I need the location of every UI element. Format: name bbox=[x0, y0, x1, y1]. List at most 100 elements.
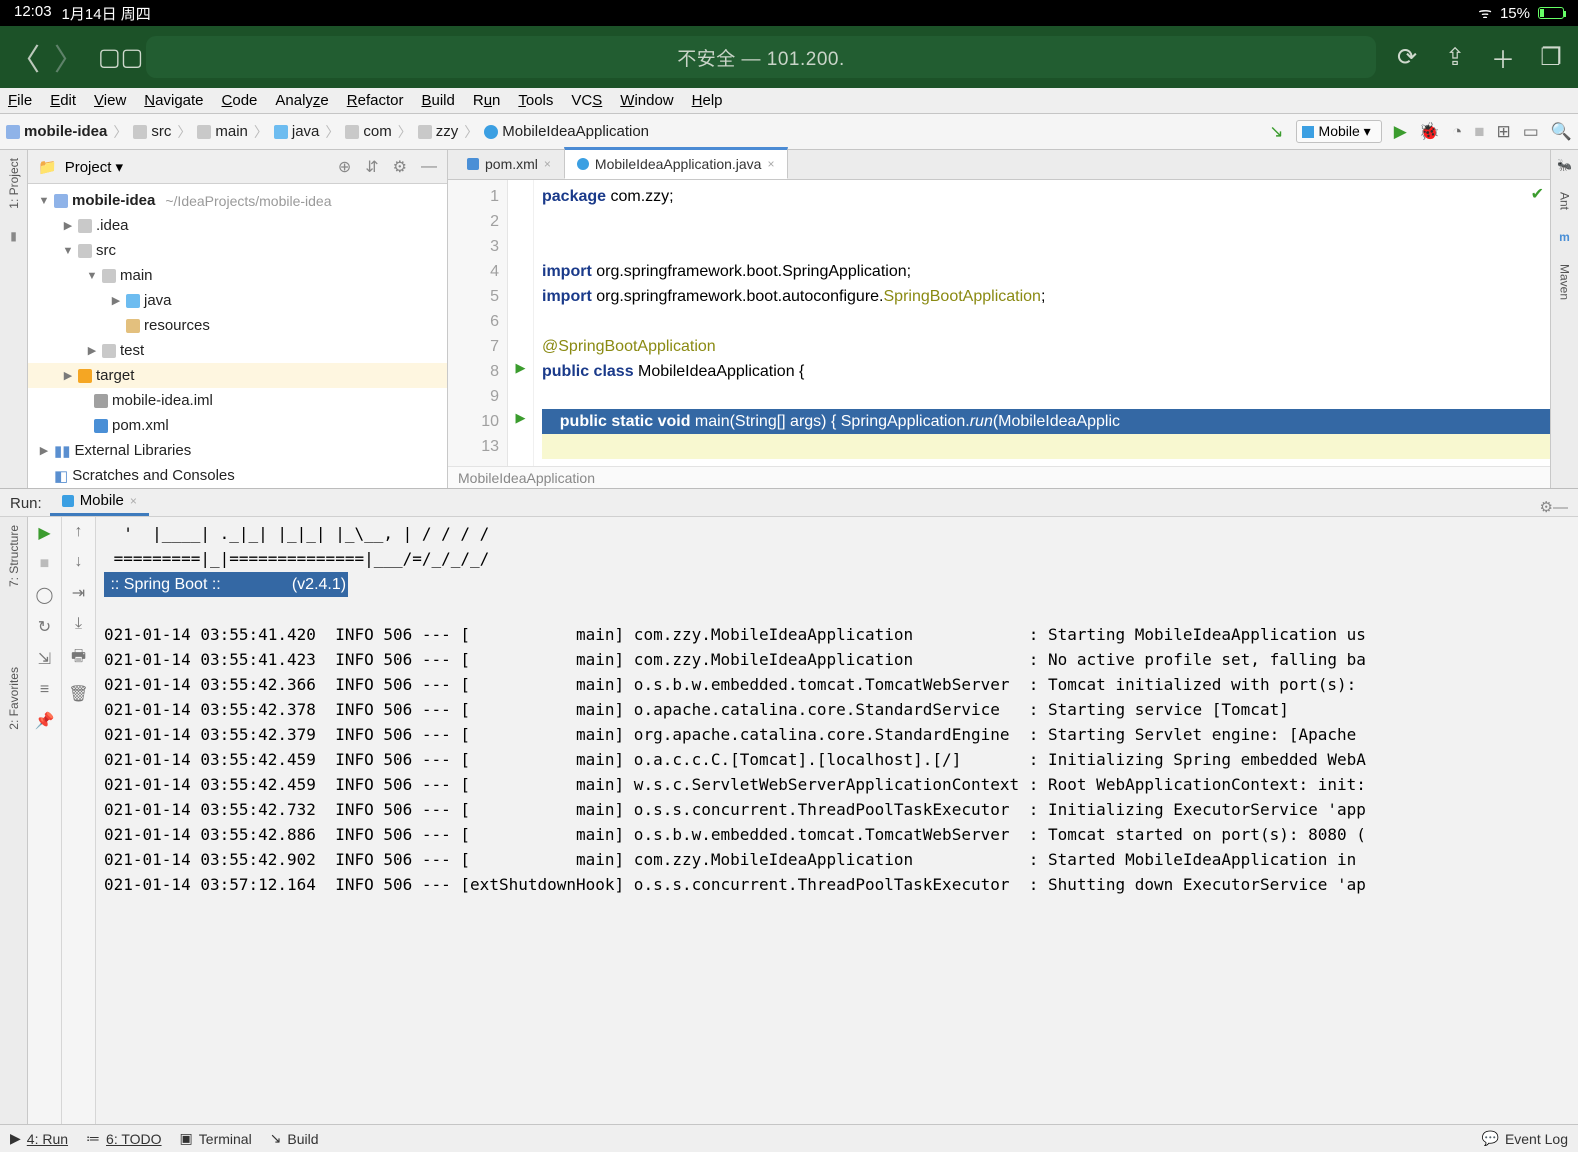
tab-structure[interactable]: 7: Structure bbox=[7, 525, 21, 587]
rerun-icon[interactable]: ▶ bbox=[38, 523, 50, 543]
coverage-button[interactable]: ◔ bbox=[1452, 122, 1462, 142]
close-icon[interactable]: × bbox=[544, 157, 551, 171]
exit-icon[interactable]: ⇲ bbox=[38, 649, 51, 669]
tab-ant[interactable]: Ant bbox=[1558, 192, 1572, 210]
dump-icon[interactable]: ◯ bbox=[36, 585, 54, 605]
tree-pom[interactable]: pom.xml bbox=[28, 413, 447, 438]
breadcrumb-com[interactable]: com bbox=[345, 123, 391, 140]
stop-icon[interactable]: ■ bbox=[40, 555, 50, 573]
clear-icon[interactable]: 🗑 bbox=[68, 684, 88, 704]
menu-tools[interactable]: Tools bbox=[518, 92, 553, 109]
code-content[interactable]: package com.zzy; import org.springframew… bbox=[534, 180, 1550, 466]
maven-icon[interactable]: m bbox=[1559, 230, 1570, 244]
breadcrumb-main[interactable]: main bbox=[197, 123, 248, 140]
run-hide-icon[interactable]: — bbox=[1553, 499, 1568, 516]
run-config-select[interactable]: Mobile ▾ bbox=[1296, 120, 1382, 143]
up-icon[interactable]: ↑ bbox=[75, 523, 83, 541]
layout-icon[interactable]: ≡ bbox=[40, 681, 49, 699]
tab-favorites[interactable]: 2: Favorites bbox=[7, 667, 21, 730]
run-button[interactable]: ▶ bbox=[1394, 122, 1407, 142]
right-gutter: 🐜 Ant m Maven bbox=[1550, 150, 1578, 488]
sb-run[interactable]: ▶ 4: Run bbox=[10, 1130, 68, 1147]
menu-window[interactable]: Window bbox=[620, 92, 673, 109]
tree-iml[interactable]: mobile-idea.iml bbox=[28, 388, 447, 413]
debug-button[interactable]: 🐞 bbox=[1419, 122, 1440, 142]
menu-vcs[interactable]: VCS bbox=[571, 92, 602, 109]
console-output[interactable]: ' |____| ._|_| |_|_| |_\__, | / / / / ==… bbox=[96, 517, 1578, 1124]
breadcrumb-class[interactable]: MobileIdeaApplication bbox=[484, 123, 649, 140]
profile-button[interactable]: ⊞ bbox=[1497, 122, 1511, 142]
menu-analyze[interactable]: Analyze bbox=[275, 92, 328, 109]
menu-run[interactable]: Run bbox=[473, 92, 501, 109]
down-icon[interactable]: ↓ bbox=[75, 553, 83, 571]
tree-root[interactable]: ▼mobile-idea~/IdeaProjects/mobile-idea bbox=[28, 188, 447, 213]
run-settings-icon[interactable]: ⚙ bbox=[1540, 498, 1553, 516]
tree-idea[interactable]: ▶.idea bbox=[28, 213, 447, 238]
menu-refactor[interactable]: Refactor bbox=[347, 92, 404, 109]
run-label: Run: bbox=[10, 495, 42, 516]
hide-icon[interactable]: — bbox=[421, 158, 437, 176]
menu-navigate[interactable]: Navigate bbox=[144, 92, 203, 109]
bookmarks-icon[interactable]: ▢▢ bbox=[98, 43, 132, 72]
safari-toolbar: 〈 〉 ▢▢ 不安全 — 101.200. ⟳ ⇪ ＋ ❐ bbox=[0, 26, 1578, 88]
project-tree[interactable]: ▼mobile-idea~/IdeaProjects/mobile-idea ▶… bbox=[28, 184, 447, 488]
tab-pom[interactable]: pom.xml× bbox=[454, 149, 564, 179]
print-icon[interactable]: 🖶 bbox=[71, 645, 86, 672]
breadcrumb-zzy[interactable]: zzy bbox=[418, 123, 459, 140]
project-header-label[interactable]: Project ▾ bbox=[65, 158, 123, 176]
tree-test[interactable]: ▶test bbox=[28, 338, 447, 363]
battery-icon bbox=[1538, 7, 1564, 19]
share-icon[interactable]: ⇪ bbox=[1438, 43, 1472, 72]
tab-maven[interactable]: Maven bbox=[1558, 264, 1572, 300]
menu-edit[interactable]: Edit bbox=[50, 92, 76, 109]
menu-view[interactable]: View bbox=[94, 92, 126, 109]
bookmark-icon[interactable]: ▮ bbox=[10, 229, 17, 243]
folder-icon: 📁 bbox=[38, 158, 57, 176]
build-hammer-icon[interactable]: ↘ bbox=[1269, 122, 1283, 142]
menu-code[interactable]: Code bbox=[222, 92, 258, 109]
tree-target[interactable]: ▶target bbox=[28, 363, 447, 388]
url-field[interactable]: 不安全 — 101.200. bbox=[146, 36, 1376, 78]
search-everywhere-icon[interactable]: 🔍 bbox=[1551, 122, 1572, 142]
menu-build[interactable]: Build bbox=[421, 92, 454, 109]
sb-build[interactable]: ↘ Build bbox=[270, 1130, 319, 1147]
run-tool-window: Run: Mobile× ⚙ — 7: Structure 2: Favorit… bbox=[0, 488, 1578, 1124]
locate-icon[interactable]: ⊕ bbox=[338, 157, 351, 177]
tree-resources[interactable]: resources bbox=[28, 313, 447, 338]
run-tab-mobile[interactable]: Mobile× bbox=[50, 488, 149, 516]
sb-terminal[interactable]: ▣ Terminal bbox=[180, 1130, 252, 1147]
run-gutter[interactable]: ▶▶ bbox=[508, 180, 534, 466]
tree-scratch[interactable]: ◧Scratches and Consoles bbox=[28, 463, 447, 488]
date: 1月14日 周四 bbox=[62, 3, 151, 24]
tab-app[interactable]: MobileIdeaApplication.java× bbox=[564, 147, 788, 179]
forward-button: 〉 bbox=[54, 35, 84, 79]
tree-ext-lib[interactable]: ▶▮▮External Libraries bbox=[28, 438, 447, 463]
breadcrumb-java[interactable]: java bbox=[274, 123, 320, 140]
status-bar: ▶ 4: Run ≔ 6: TODO ▣ Terminal ↘ Build 💬 … bbox=[0, 1124, 1578, 1152]
sb-event-log[interactable]: 💬 Event Log bbox=[1482, 1130, 1569, 1147]
url-text: 不安全 — 101.200. bbox=[677, 44, 845, 71]
breadcrumb-src[interactable]: src bbox=[133, 123, 171, 140]
close-icon[interactable]: × bbox=[767, 157, 774, 171]
layout-button[interactable]: ▭ bbox=[1523, 122, 1539, 142]
scroll-end-icon[interactable]: ⤓ bbox=[75, 615, 82, 633]
menu-file[interactable]: File bbox=[8, 92, 32, 109]
pin-icon[interactable]: 📌 bbox=[35, 711, 55, 731]
reload-icon[interactable]: ⟳ bbox=[1390, 43, 1424, 72]
soft-wrap-icon[interactable]: ⇥ bbox=[72, 583, 85, 603]
collapse-icon[interactable]: ⇵ bbox=[365, 157, 378, 177]
tree-java[interactable]: ▶java bbox=[28, 288, 447, 313]
tab-project[interactable]: 1: Project bbox=[7, 158, 21, 209]
back-button[interactable]: 〈 bbox=[10, 35, 40, 79]
tree-main[interactable]: ▼main bbox=[28, 263, 447, 288]
breadcrumb-root[interactable]: mobile-idea bbox=[6, 123, 107, 140]
menu-help[interactable]: Help bbox=[692, 92, 723, 109]
restart-icon[interactable]: ↻ bbox=[38, 617, 51, 637]
sb-todo[interactable]: ≔ 6: TODO bbox=[86, 1130, 162, 1147]
ant-icon[interactable]: 🐜 bbox=[1557, 158, 1572, 172]
settings-icon[interactable]: ⚙ bbox=[393, 157, 407, 177]
new-tab-icon[interactable]: ＋ bbox=[1486, 40, 1520, 75]
tabs-icon[interactable]: ❐ bbox=[1534, 43, 1568, 72]
tree-src[interactable]: ▼src bbox=[28, 238, 447, 263]
editor-breadcrumb[interactable]: MobileIdeaApplication bbox=[448, 466, 1550, 488]
